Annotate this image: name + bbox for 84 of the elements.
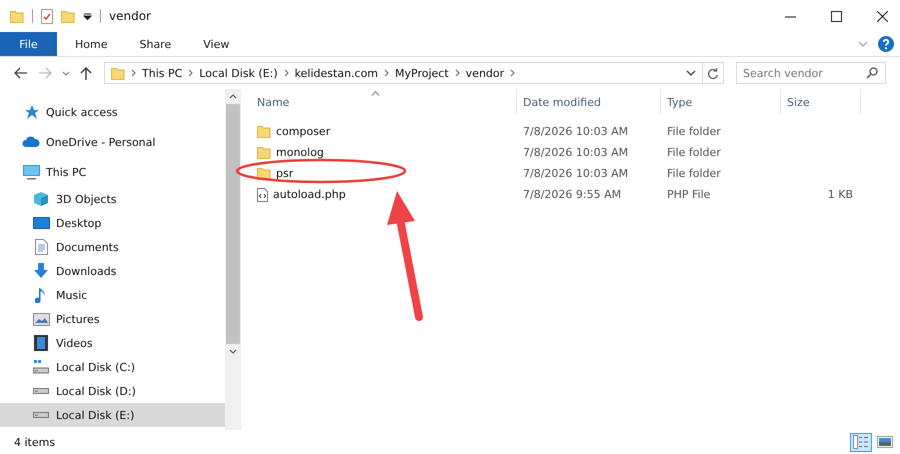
cube-icon [33, 191, 49, 207]
chevron-right-icon[interactable] [131, 69, 136, 77]
document-icon [34, 239, 48, 255]
star-icon [23, 104, 39, 120]
refresh-icon [707, 66, 719, 80]
drive-icon [33, 412, 49, 418]
code-file-icon [257, 188, 268, 202]
table-cell-text: 7/8/2026 10:03 AM [522, 167, 630, 180]
nav-item[interactable]: Downloads [0, 259, 225, 283]
table-cell-text: PHP File [666, 188, 712, 201]
up-arrow-icon[interactable] [80, 66, 92, 80]
folder-icon [257, 125, 271, 138]
table-cell-text: 7/8/2026 10:03 AM [522, 125, 630, 138]
column-header[interactable]: Date modified [517, 89, 661, 115]
new-folder-icon [61, 10, 75, 22]
dropdown-icon[interactable] [686, 70, 696, 76]
maximize-icon[interactable] [831, 10, 842, 22]
table-cell-text: File folder [666, 125, 722, 138]
table-cell-text: File folder [666, 167, 722, 180]
folder-icon [10, 10, 24, 22]
column-header[interactable]: Size [781, 89, 861, 115]
chevron-right-icon[interactable] [384, 69, 390, 77]
music-note-icon [35, 287, 47, 303]
item-count: 4 items [14, 436, 56, 448]
cloud-icon [22, 136, 40, 148]
breadcrumb[interactable]: This PC [142, 66, 182, 80]
breadcrumb[interactable]: kelidestan.com [294, 66, 378, 80]
nav-item[interactable]: Local Disk (C:) [0, 355, 225, 379]
chevron-right-icon[interactable] [454, 69, 460, 77]
breadcrumb[interactable]: Local Disk (E:) [199, 66, 278, 80]
nav-item[interactable]: Music [0, 283, 225, 307]
chevron-right-icon[interactable] [284, 69, 289, 77]
column-header[interactable]: Name [251, 89, 517, 115]
breadcrumb[interactable]: MyProject [395, 66, 449, 80]
nav-item[interactable]: Pictures [0, 307, 225, 331]
properties-icon[interactable] [41, 8, 53, 24]
nav-item[interactable]: 3D Objects [0, 187, 225, 211]
table-cell-text: File folder [666, 146, 722, 159]
monitor-icon [22, 164, 40, 180]
nav-item[interactable]: Local Disk (E:) [0, 403, 225, 427]
ribbon-tab[interactable]: Home [61, 32, 122, 56]
file-name[interactable]: monolog [276, 146, 324, 159]
ribbon-tab[interactable]: Share [125, 32, 186, 56]
column-header[interactable]: Type [661, 89, 781, 115]
scroll-down-icon[interactable] [228, 349, 236, 354]
folder-icon [111, 66, 125, 80]
nav-item[interactable]: OneDrive - Personal [0, 127, 225, 157]
recent-dropdown-icon[interactable] [62, 70, 70, 76]
dropdown-icon[interactable] [83, 12, 92, 20]
ribbon-tab[interactable]: File [0, 32, 57, 56]
film-icon [34, 335, 48, 351]
window-title: vendor [109, 9, 151, 23]
nav-item[interactable]: Videos [0, 331, 225, 355]
sort-up-icon [371, 91, 380, 96]
scrollbar-thumb[interactable] [226, 104, 240, 344]
file-name[interactable]: psr [276, 167, 294, 180]
close-icon[interactable] [877, 10, 888, 22]
address-bar[interactable]: This PC Local Disk (E:) kelidestan.com MyProject vendor [104, 62, 724, 84]
breadcrumb[interactable]: vendor [466, 66, 504, 80]
details-view-button[interactable] [850, 432, 872, 452]
system-drive-icon [33, 360, 49, 374]
table-cell-text: 7/8/2026 9:55 AM [522, 188, 622, 201]
search-field[interactable]: Search vendor [736, 62, 886, 84]
file-name[interactable]: autoload.php [273, 188, 346, 201]
ribbon-tab[interactable]: View [189, 32, 244, 56]
download-icon [33, 263, 49, 279]
chevron-icon[interactable] [858, 41, 868, 47]
nav-item[interactable]: Documents [0, 235, 225, 259]
back-arrow-icon[interactable] [14, 67, 28, 79]
file-name[interactable]: composer [276, 125, 330, 138]
drive-icon [33, 388, 49, 394]
nav-item[interactable]: Quick access [0, 97, 225, 127]
picture-icon [32, 312, 50, 326]
table-cell: 1 KB [828, 188, 853, 201]
chevron-right-icon[interactable] [510, 69, 516, 77]
folder-icon [257, 146, 271, 159]
chevron-right-icon[interactable] [188, 69, 194, 77]
help-icon[interactable] [878, 36, 894, 52]
nav-item[interactable]: This PC [0, 157, 225, 187]
table-cell-text: 7/8/2026 10:03 AM [522, 146, 630, 159]
scroll-up-icon[interactable] [228, 94, 236, 99]
desktop-icon [32, 216, 50, 230]
nav-item[interactable]: Local Disk (D:) [0, 379, 225, 403]
nav-item[interactable]: Desktop [0, 211, 225, 235]
